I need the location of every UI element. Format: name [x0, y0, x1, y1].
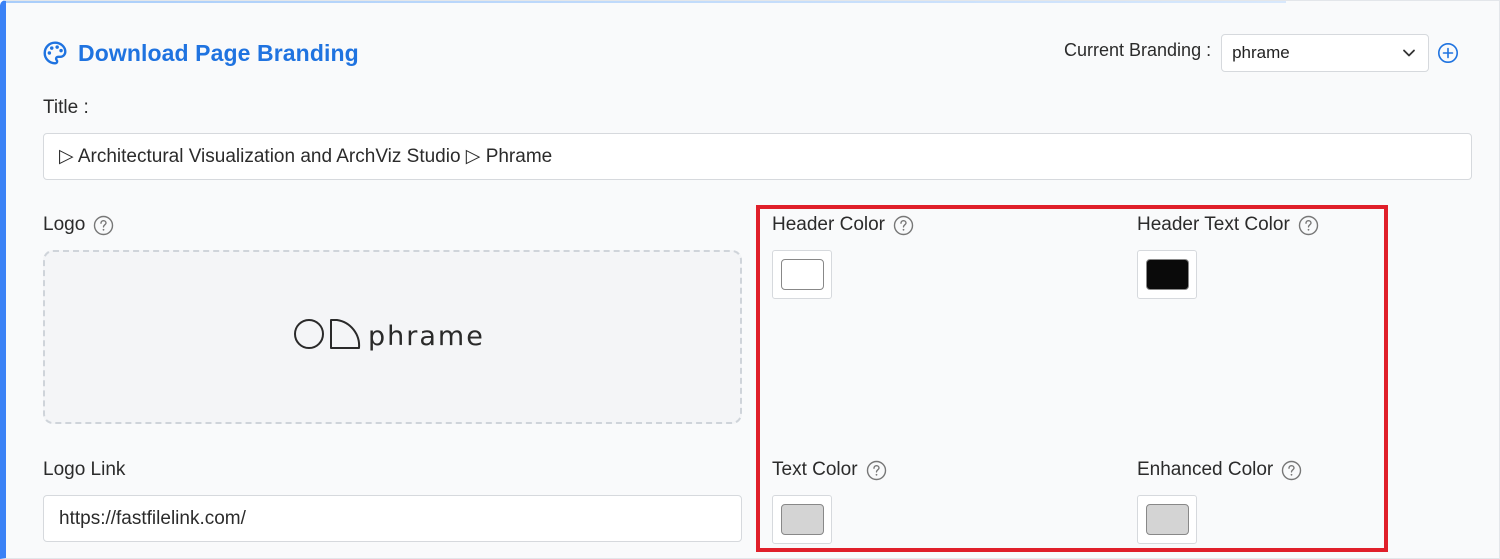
phrame-logo: phrame: [293, 319, 485, 352]
header-color-picker[interactable]: [772, 250, 832, 299]
title-input-value: ▷ Architectural Visualization and ArchVi…: [59, 146, 553, 167]
current-branding-row: Current Branding : phrame: [1064, 34, 1459, 72]
enhanced-color-picker[interactable]: [1137, 495, 1197, 544]
section-header: Download Page Branding: [42, 37, 359, 69]
header-color-label-text: Header Color: [772, 214, 885, 235]
title-input[interactable]: ▷ Architectural Visualization and ArchVi…: [43, 133, 1472, 180]
header-text-color-label-text: Header Text Color: [1137, 214, 1290, 235]
enhanced-color-swatch: [1145, 504, 1189, 535]
logo-link-value: https://fastfilelink.com/: [59, 507, 246, 529]
help-icon[interactable]: [1298, 215, 1319, 236]
add-branding-icon[interactable]: [1437, 42, 1459, 64]
header-text-color-picker[interactable]: [1137, 250, 1197, 299]
palette-icon: [43, 41, 67, 65]
chevron-down-icon: [1403, 49, 1415, 57]
text-color-swatch: [780, 504, 824, 535]
help-icon[interactable]: [893, 215, 914, 236]
colors-highlight-box: [756, 205, 1388, 552]
logo-link-input[interactable]: https://fastfilelink.com/: [43, 495, 742, 542]
text-color-label-text: Text Color: [772, 459, 858, 480]
header-color-swatch: [780, 259, 824, 290]
current-branding-label: Current Branding :: [1064, 39, 1212, 60]
title-label-text: Title :: [43, 97, 89, 118]
title-label: Title :: [43, 97, 89, 119]
branding-card: Download Page Branding Current Branding …: [0, 0, 1500, 559]
help-icon[interactable]: [866, 460, 887, 481]
help-icon[interactable]: [93, 215, 114, 236]
header-text-color-swatch: [1145, 259, 1189, 290]
logo-label: Logo: [43, 214, 114, 236]
logo-link-label-text: Logo Link: [43, 459, 126, 480]
logo-upload-area[interactable]: phrame: [43, 250, 742, 424]
current-branding-select[interactable]: phrame: [1221, 34, 1430, 72]
text-color-label: Text Color: [772, 459, 887, 481]
text-color-picker[interactable]: [772, 495, 832, 544]
help-icon[interactable]: [1281, 460, 1302, 481]
enhanced-color-label: Enhanced Color: [1137, 459, 1302, 481]
page-title: Download Page Branding: [78, 39, 359, 66]
logo-link-label: Logo Link: [43, 459, 125, 481]
enhanced-color-label-text: Enhanced Color: [1137, 459, 1274, 480]
current-branding-value: phrame: [1232, 43, 1290, 62]
svg-text:phrame: phrame: [368, 321, 485, 352]
header-text-color-label: Header Text Color: [1137, 214, 1319, 236]
logo-label-text: Logo: [43, 214, 86, 235]
header-color-label: Header Color: [772, 214, 914, 236]
